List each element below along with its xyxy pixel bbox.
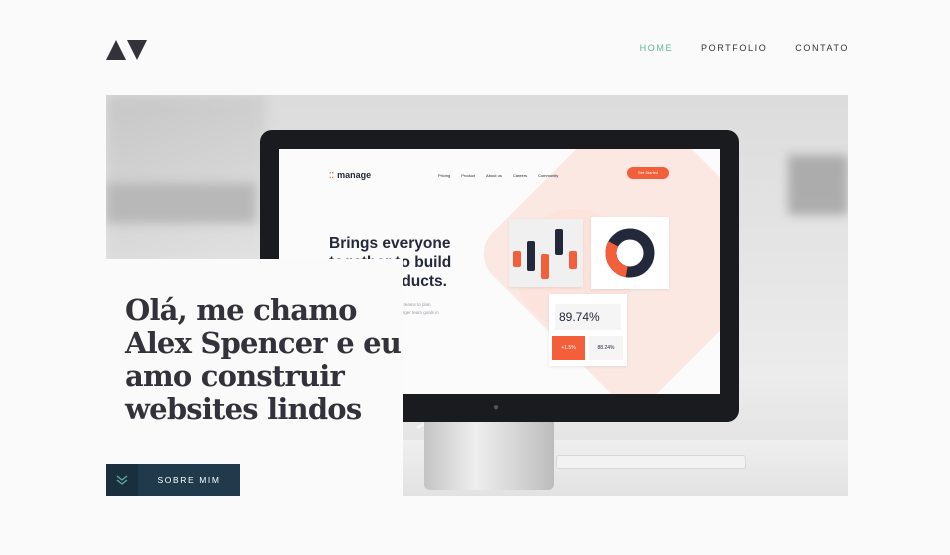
chevrons-down-icon [106, 464, 138, 496]
bar-chart-card [509, 219, 583, 287]
donut-chart [605, 228, 655, 278]
screen-nav-item: Careers [512, 173, 528, 178]
screen-nav-item: Community [538, 173, 559, 178]
screen-nav-item: Product [461, 173, 476, 178]
chart-bar [513, 251, 521, 267]
screen-nav-item: Pricing [438, 173, 451, 178]
nav-contato[interactable]: CONTATO [795, 43, 849, 53]
intro-title: Olá, me chamo Alex Spencer e eu amo cons… [125, 293, 402, 426]
screen-logo: ⁚⁚ manage [329, 170, 371, 180]
screen-cta-button: Get Started [627, 167, 669, 179]
stats-card: 89.74% +1.5% 88.24% [549, 294, 627, 366]
donut-chart-card [591, 217, 669, 289]
keyboard [556, 455, 746, 469]
about-me-label: SOBRE MIM [157, 475, 221, 485]
background-device [788, 155, 848, 215]
screen-logo-icon: ⁚⁚ [329, 171, 335, 180]
screen-nav: Pricing Product About us Careers Communi… [438, 173, 558, 178]
stat-change: +1.5% [552, 336, 585, 360]
apple-logo-icon: ● [493, 402, 500, 413]
intro-card: Olá, me chamo Alex Spencer e eu amo cons… [106, 259, 403, 496]
nav-home[interactable]: HOME [640, 43, 673, 53]
monitor-stand [424, 420, 554, 490]
chart-bar [541, 254, 549, 279]
screen-logo-text: manage [337, 170, 372, 180]
stat-main: 89.74% [555, 304, 621, 330]
background-shelf [106, 95, 266, 265]
background-object [106, 183, 256, 223]
screen-nav-item: About us [486, 173, 502, 178]
stat-secondary: 88.24% [589, 336, 623, 360]
nav-portfolio[interactable]: PORTFOLIO [701, 43, 767, 53]
chart-bar [569, 251, 577, 269]
chart-bar [555, 229, 563, 255]
about-me-button[interactable]: SOBRE MIM [106, 464, 240, 496]
chart-bar [527, 241, 535, 271]
main-nav: HOME PORTFOLIO CONTATO [640, 43, 849, 53]
logo-icon[interactable] [106, 39, 147, 60]
